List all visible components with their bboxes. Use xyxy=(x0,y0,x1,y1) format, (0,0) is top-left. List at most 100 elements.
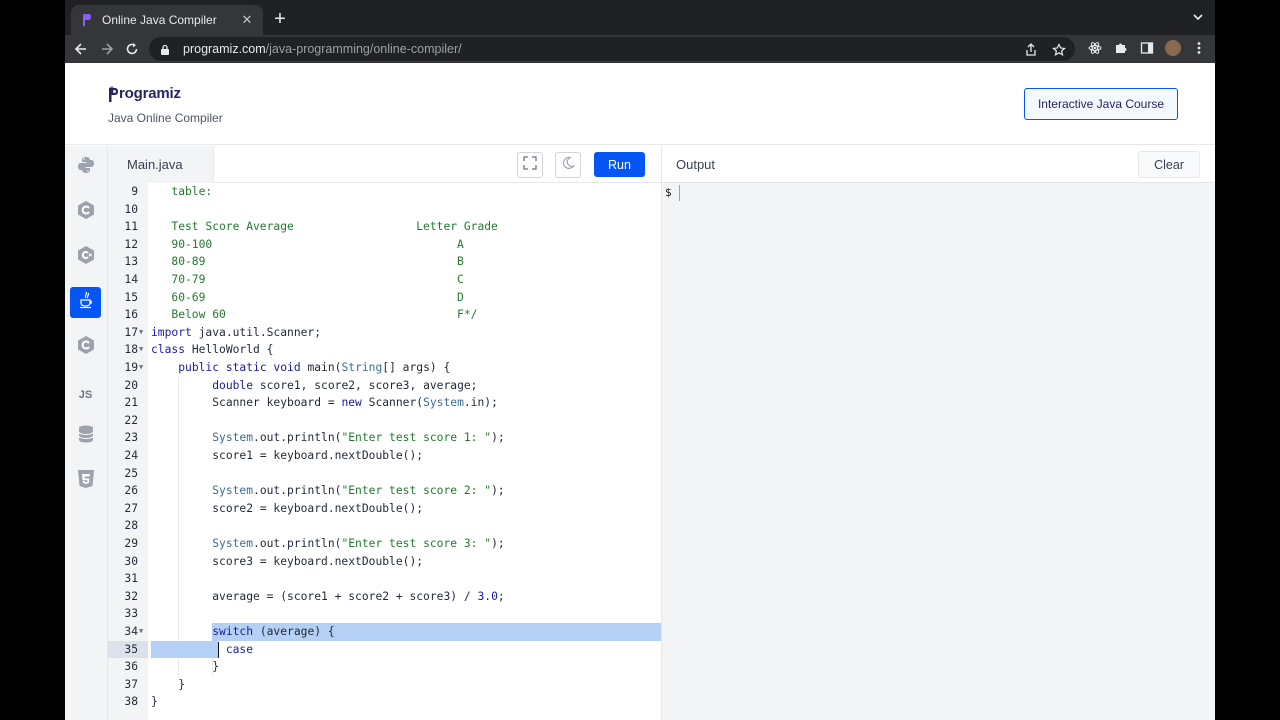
sidebar-item-cpp[interactable] xyxy=(70,332,101,363)
chevron-down-icon[interactable] xyxy=(1191,10,1205,24)
code-token: .out.println( xyxy=(253,431,342,445)
line-number: 13 xyxy=(124,255,138,269)
line-number: 23 xyxy=(124,431,138,445)
sidebar-item-javascript[interactable]: JS xyxy=(70,379,101,410)
code-editor[interactable]: 9 table: 10 11 Test Score Average Letter Gra… xyxy=(108,183,661,720)
code-text: Scanner keyboard = new Scanner(System.in… xyxy=(151,394,498,412)
sidebar-item-sql[interactable] xyxy=(70,421,101,452)
code-line[interactable]: 36 } xyxy=(108,658,661,676)
fold-arrow-icon[interactable]: ▼ xyxy=(139,359,143,377)
code-line[interactable]: 30 score3 = keyboard.nextDouble(); xyxy=(108,553,661,571)
profile-avatar[interactable] xyxy=(1165,40,1181,56)
fullscreen-button[interactable] xyxy=(517,152,543,178)
code-line[interactable]: 15 60-69 D xyxy=(108,289,661,307)
code-line[interactable]: 17 ▼ import java.util.Scanner; xyxy=(108,324,661,342)
more-menu-icon[interactable] xyxy=(1191,39,1207,57)
reload-icon[interactable] xyxy=(122,39,142,59)
react-devtools-icon[interactable] xyxy=(1087,39,1103,57)
interactive-course-button[interactable]: Interactive Java Course xyxy=(1024,88,1178,120)
code-line[interactable]: 16 Below 60 F*/ xyxy=(108,306,661,324)
code-line[interactable]: 32 average = (score1 + score2 + score3) … xyxy=(108,588,661,606)
run-button[interactable]: Run xyxy=(594,152,645,177)
line-number: 26 xyxy=(124,484,138,498)
code-line[interactable]: 28 xyxy=(108,517,661,535)
lock-icon[interactable] xyxy=(159,43,171,55)
code-text: 90-100 A xyxy=(171,236,463,254)
code-line[interactable]: 29 System.out.println("Enter test score … xyxy=(108,535,661,553)
code-token: 3.0 xyxy=(477,589,498,603)
code-line[interactable]: 31 xyxy=(108,570,661,588)
fold-arrow-icon[interactable]: ▼ xyxy=(139,623,143,641)
code-token: (average) { xyxy=(253,625,335,638)
code-line[interactable]: 25 xyxy=(108,465,661,483)
code-line[interactable]: 14 70-79 C xyxy=(108,271,661,289)
back-arrow-icon[interactable] xyxy=(71,39,91,59)
sidebar-item-python[interactable] xyxy=(70,152,101,183)
forward-arrow-icon[interactable] xyxy=(97,39,117,59)
code-token: System xyxy=(423,396,464,410)
close-tab-icon[interactable]: ✕ xyxy=(239,12,255,28)
line-number: 15 xyxy=(124,290,138,304)
code-token: score1 = keyboard.nextDouble(); xyxy=(151,449,424,462)
code-line[interactable]: 21 Scanner keyboard = new Scanner(System… xyxy=(108,394,661,412)
code-line[interactable]: 23 System.out.println("Enter test score … xyxy=(108,429,661,447)
line-number: 34 xyxy=(124,625,138,638)
code-line[interactable]: 37 } xyxy=(108,676,661,694)
share-icon[interactable] xyxy=(1023,41,1039,59)
code-text: 60-69 D xyxy=(171,289,463,307)
new-tab-icon[interactable]: + xyxy=(270,9,290,29)
dark-mode-toggle[interactable] xyxy=(555,152,581,178)
fold-arrow-icon[interactable]: ▼ xyxy=(139,341,143,359)
js-label: JS xyxy=(78,388,93,401)
language-sidebar: JS xyxy=(65,146,108,720)
code-token: switch xyxy=(212,625,254,638)
code-token: ; xyxy=(497,589,505,603)
code-token: [] args) { xyxy=(382,361,451,374)
code-line[interactable]: 12 90-100 A xyxy=(108,236,661,254)
code-text: class HelloWorld { xyxy=(151,341,273,359)
code-line[interactable]: 18 ▼ class HelloWorld { xyxy=(108,341,661,359)
code-line[interactable]: 10 xyxy=(108,201,661,219)
code-token: } xyxy=(151,677,186,691)
code-line[interactable]: 19 ▼ public static void main(String[] arg… xyxy=(108,359,661,377)
sidebar-item-java[interactable] xyxy=(70,287,101,318)
sidebar-item-c[interactable] xyxy=(70,197,101,228)
file-tab-main-java[interactable]: Main.java xyxy=(108,146,214,183)
code-line[interactable]: 38} xyxy=(108,693,661,711)
code-token: ); xyxy=(491,431,505,445)
code-token: Scanner( xyxy=(361,396,424,410)
address-bar[interactable]: programiz.com/java-programming/online-co… xyxy=(149,37,1075,61)
output-console[interactable]: $ xyxy=(662,183,1215,720)
fold-arrow-icon[interactable]: ▼ xyxy=(139,324,143,342)
code-token: System xyxy=(212,484,254,498)
code-line[interactable]: 13 80-89 B xyxy=(108,253,661,271)
sidebar-item-html[interactable] xyxy=(70,466,101,497)
code-text: } xyxy=(151,676,185,694)
code-token: System xyxy=(212,537,254,550)
code-line[interactable]: 11 Test Score Average Letter Grade xyxy=(108,218,661,236)
browser-tab[interactable]: Online Java Compiler ✕ xyxy=(71,5,263,35)
sidebar-item-csharp[interactable] xyxy=(70,242,101,273)
code-line[interactable]: 27 score2 = keyboard.nextDouble(); xyxy=(108,500,661,518)
programiz-logo[interactable]: rogramiz xyxy=(108,85,181,102)
line-number: 29 xyxy=(124,537,138,550)
clear-button[interactable]: Clear xyxy=(1138,151,1200,178)
extensions-puzzle-icon[interactable] xyxy=(1113,39,1129,57)
code-line[interactable]: 33 xyxy=(108,605,661,623)
python-icon xyxy=(76,155,96,180)
code-line[interactable]: 34 ▼ switch (average) { xyxy=(108,623,661,641)
side-panel-icon[interactable] xyxy=(1139,39,1155,57)
code-line[interactable]: 26 System.out.println("Enter test score … xyxy=(108,482,661,500)
code-line[interactable]: 24 score1 = keyboard.nextDouble(); xyxy=(108,447,661,465)
code-line[interactable]: 35 case xyxy=(108,640,661,659)
code-text: } xyxy=(151,693,158,711)
code-line[interactable]: 20 double score1, score2, score3, averag… xyxy=(108,377,661,395)
code-line[interactable]: 9 table: xyxy=(108,183,661,201)
code-line[interactable]: 22 xyxy=(108,412,661,430)
code-token: 70-79 C xyxy=(171,273,464,286)
bookmark-star-icon[interactable] xyxy=(1051,41,1067,59)
url-host: programiz.com xyxy=(183,42,266,56)
url-path: /java-programming/online-compiler/ xyxy=(265,42,462,56)
